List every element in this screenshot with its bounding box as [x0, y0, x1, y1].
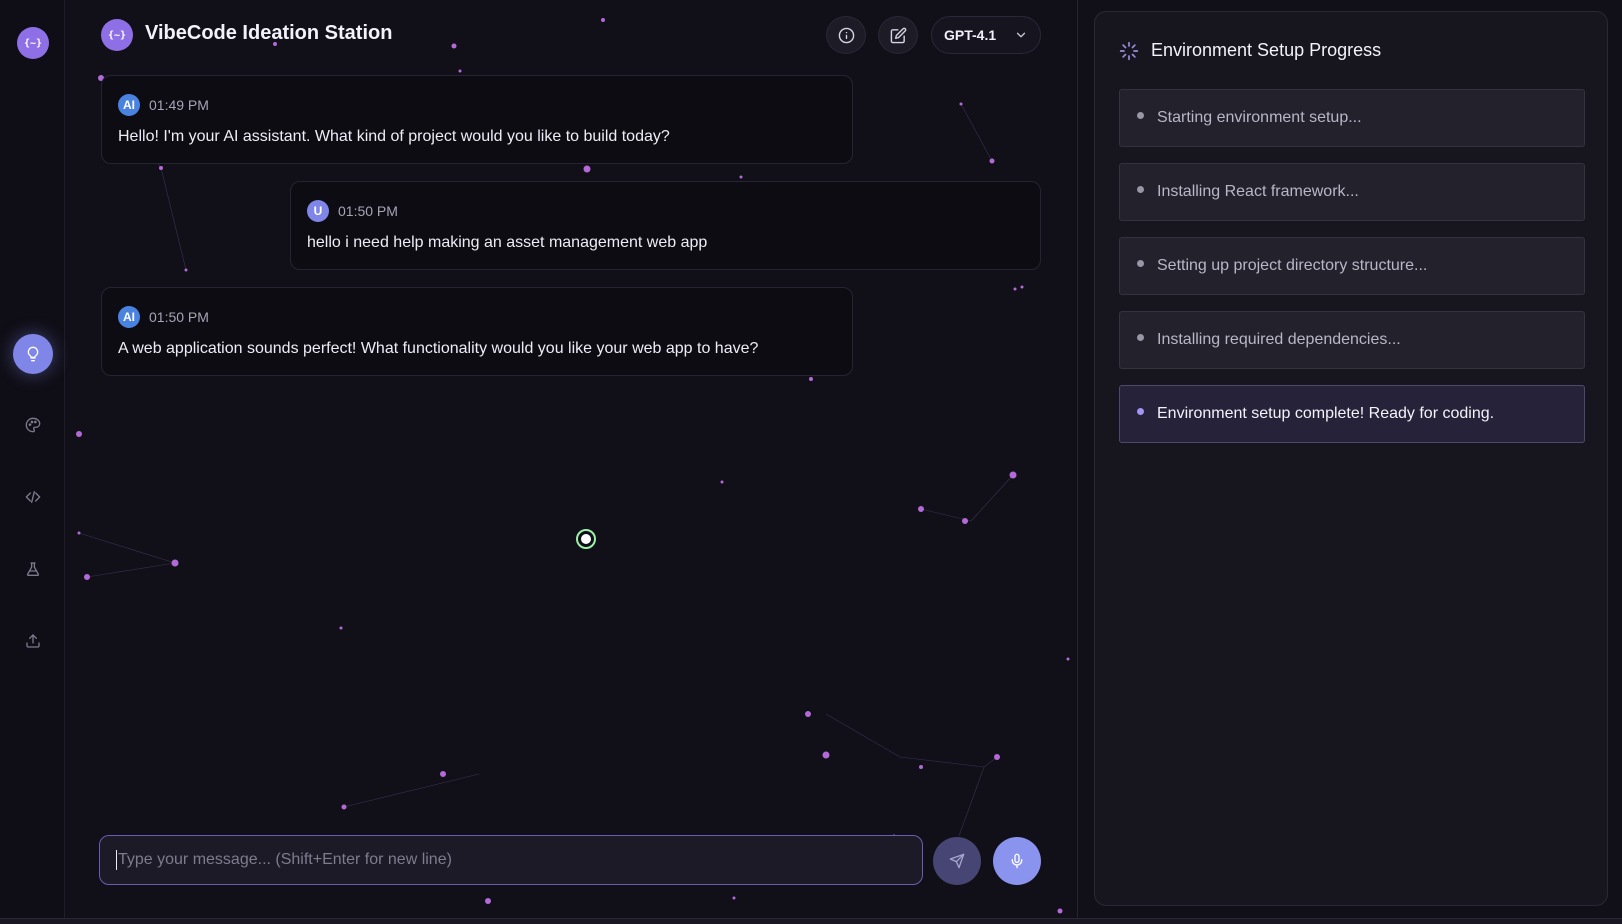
step-status-dot [1137, 334, 1144, 341]
info-icon [838, 27, 855, 44]
page-title: VibeCode Ideation Station [145, 22, 393, 44]
message-text: Hello! I'm your AI assistant. What kind … [118, 128, 670, 145]
new-chat-button[interactable] [878, 16, 918, 54]
panel-title: Environment Setup Progress [1151, 40, 1382, 60]
step-status-dot [1137, 112, 1144, 119]
chevron-down-icon [1014, 28, 1028, 42]
app-logo[interactable]: {~} [17, 27, 49, 59]
chat-message-ai: AI 01:50 PM A web application sounds per… [101, 287, 853, 376]
voice-input-button[interactable] [993, 837, 1041, 885]
panel-divider [1077, 0, 1078, 924]
setup-step-complete: Environment setup complete! Ready for co… [1119, 385, 1585, 443]
step-label: Setting up project directory structure..… [1157, 257, 1428, 274]
mouse-cursor-indicator [576, 529, 596, 549]
sidebar-item-design[interactable] [20, 412, 46, 438]
message-text: A web application sounds perfect! What f… [118, 340, 759, 357]
setup-step: Installing required dependencies... [1119, 311, 1585, 369]
chat-message-ai: AI 01:49 PM Hello! I'm your AI assistant… [101, 75, 853, 164]
ai-avatar: AI [118, 94, 140, 116]
setup-step: Setting up project directory structure..… [1119, 237, 1585, 295]
message-composer[interactable] [99, 835, 923, 885]
message-time: 01:49 PM [149, 97, 209, 113]
send-icon [949, 853, 965, 869]
loader-icon [1119, 41, 1139, 61]
text-caret [116, 850, 117, 870]
model-select[interactable]: GPT-4.1 [931, 16, 1041, 54]
step-status-dot [1137, 408, 1144, 415]
app-window: {~} {~} VibeCode Ideation Station GPT-4.… [0, 0, 1622, 924]
chat-message-user: U 01:50 PM hello i need help making an a… [290, 181, 1041, 270]
setup-step: Installing React framework... [1119, 163, 1585, 221]
environment-setup-panel: Environment Setup Progress Starting envi… [1094, 11, 1608, 906]
sidebar-item-code[interactable] [20, 484, 46, 510]
code-icon [25, 489, 41, 505]
upload-icon [25, 633, 41, 649]
sidebar-item-deploy[interactable] [20, 628, 46, 654]
info-button[interactable] [826, 16, 866, 54]
header-logo: {~} [101, 19, 133, 51]
model-select-value: GPT-4.1 [944, 27, 997, 43]
step-label: Installing required dependencies... [1157, 331, 1401, 348]
flask-icon [25, 561, 41, 577]
message-input[interactable] [118, 851, 906, 869]
message-text: hello i need help making an asset manage… [307, 234, 708, 251]
send-button[interactable] [933, 837, 981, 885]
user-avatar: U [307, 200, 329, 222]
sidebar-item-ideation[interactable] [13, 334, 53, 374]
ai-avatar: AI [118, 306, 140, 328]
sidebar-item-testing[interactable] [20, 556, 46, 582]
panel-header: Environment Setup Progress [1119, 40, 1381, 61]
microphone-icon [1009, 853, 1025, 869]
message-time: 01:50 PM [338, 203, 398, 219]
sidebar-rail: {~} [0, 0, 65, 924]
step-label: Starting environment setup... [1157, 109, 1362, 126]
setup-step: Starting environment setup... [1119, 89, 1585, 147]
lightbulb-icon [25, 346, 41, 362]
edit-icon [890, 27, 907, 44]
step-status-dot [1137, 260, 1144, 267]
palette-icon [25, 417, 41, 433]
step-status-dot [1137, 186, 1144, 193]
message-time: 01:50 PM [149, 309, 209, 325]
step-label: Installing React framework... [1157, 183, 1359, 200]
step-label: Environment setup complete! Ready for co… [1157, 405, 1495, 422]
window-bottom-edge [0, 918, 1622, 924]
